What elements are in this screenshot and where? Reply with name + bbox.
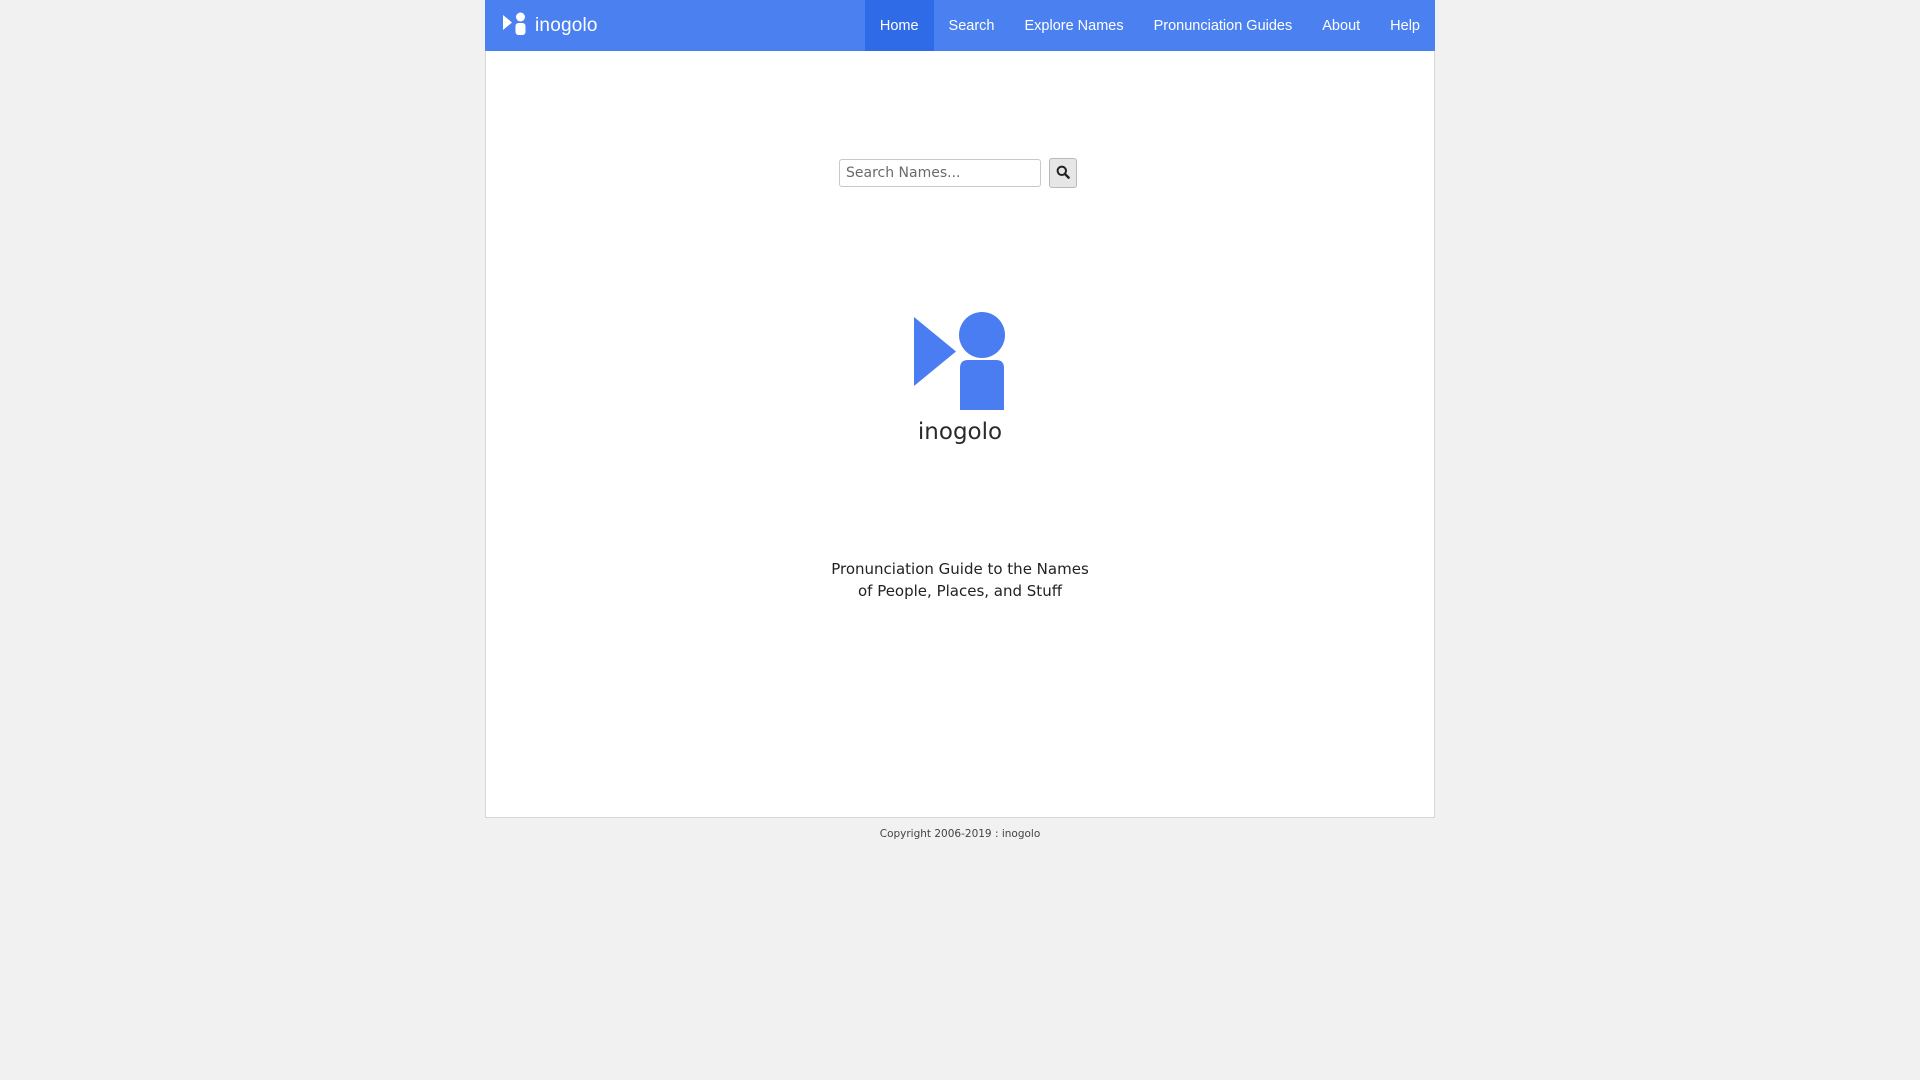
nav-search[interactable]: Search xyxy=(934,0,1010,51)
hero-title: inogolo xyxy=(917,419,1003,445)
footer-copyright: Copyright 2006-2019 : inogolo xyxy=(879,828,1041,840)
nav-help[interactable]: Help xyxy=(1375,0,1435,51)
brand-link[interactable]: inogolo xyxy=(485,0,598,51)
search-icon xyxy=(1056,165,1070,182)
hero-logo xyxy=(486,312,1434,414)
nav-pronunciation-guides[interactable]: Pronunciation Guides xyxy=(1139,0,1308,51)
nav-explore-names[interactable]: Explore Names xyxy=(1009,0,1138,51)
brand-logo-icon xyxy=(503,12,527,40)
main-nav: Home Search Explore Names Pronunciation … xyxy=(864,0,1435,51)
search-input[interactable] xyxy=(839,159,1041,187)
search-form xyxy=(486,158,1434,188)
brand-name: inogolo xyxy=(535,14,598,36)
tagline-line-1: Pronunciation Guide to the Names xyxy=(831,560,1089,578)
inogolo-logo-icon xyxy=(914,312,1006,414)
page-wrapper: inogolo Home Search Explore Names Pronun… xyxy=(485,0,1435,840)
nav-about[interactable]: About xyxy=(1307,0,1375,51)
main-card: inogolo Pronunciation Guide to the Names… xyxy=(485,51,1435,818)
nav-home[interactable]: Home xyxy=(864,0,934,51)
tagline-line-2: of People, Places, and Stuff xyxy=(857,582,1063,600)
tagline: Pronunciation Guide to the Names of Peop… xyxy=(486,558,1434,602)
search-button[interactable] xyxy=(1049,158,1077,188)
top-navbar: inogolo Home Search Explore Names Pronun… xyxy=(485,0,1435,51)
